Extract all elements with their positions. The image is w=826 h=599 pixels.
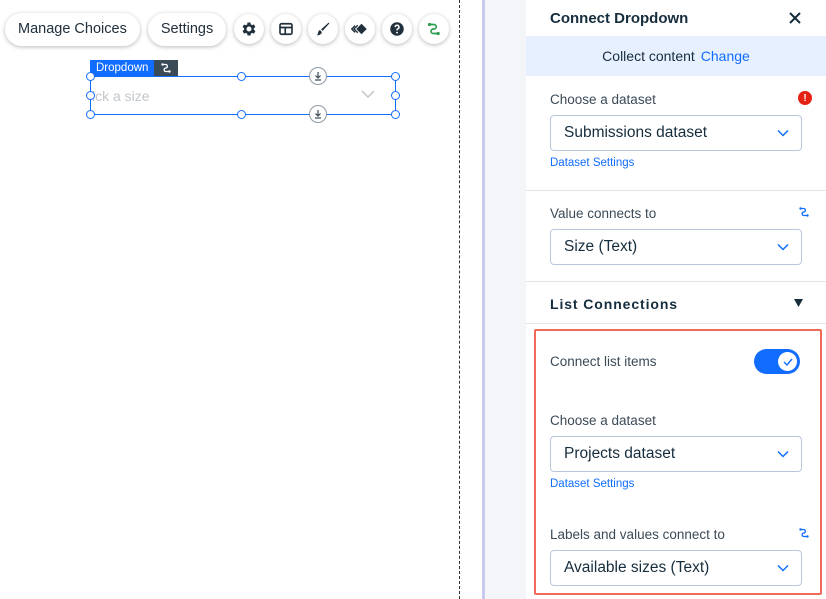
close-icon[interactable] [788, 11, 802, 25]
list-dataset-settings-link[interactable]: Dataset Settings [550, 478, 634, 490]
dataset-select-value: Submissions dataset [564, 124, 708, 141]
dataset-label: Choose a dataset [550, 92, 656, 107]
panel-title: Connect Dropdown [550, 9, 689, 27]
connect-data-icon[interactable] [419, 14, 450, 44]
collect-content-banner: Collect content Change [526, 36, 826, 76]
banner-text: Collect content [602, 48, 695, 64]
value-connects-select[interactable]: Size (Text) [550, 229, 802, 265]
labels-values-select[interactable]: Available sizes (Text) [550, 550, 802, 586]
resize-handle-top-right[interactable] [391, 72, 400, 81]
connection-icon[interactable] [798, 527, 810, 539]
value-connects-label: Value connects to [550, 206, 657, 221]
design-brush-icon[interactable] [308, 14, 339, 44]
toggle-knob [778, 352, 797, 371]
check-icon [783, 358, 793, 366]
component-tag[interactable]: Dropdown [90, 60, 179, 76]
animation-icon[interactable] [345, 14, 376, 44]
panel-gutter [485, 0, 526, 599]
component-tag-label: Dropdown [90, 60, 155, 76]
resize-handle-top[interactable] [237, 72, 246, 81]
help-icon[interactable] [382, 14, 413, 44]
chevron-down-icon [777, 564, 789, 572]
resize-handle-right[interactable] [391, 91, 400, 100]
value-select-value: Size (Text) [564, 238, 638, 255]
list-dataset-label: Choose a dataset [550, 413, 656, 428]
element-toolbar: Manage Choices Settings [5, 12, 456, 46]
dropdown-placeholder: ick a size [92, 88, 150, 104]
warning-badge[interactable]: ! [798, 91, 812, 105]
change-link[interactable]: Change [701, 48, 750, 64]
resize-handle-bottom-right[interactable] [391, 110, 400, 119]
data-connection-icon[interactable] [154, 60, 179, 76]
labels-values-select-value: Available sizes (Text) [564, 559, 710, 576]
chevron-down-icon [777, 243, 789, 251]
list-dataset-select[interactable]: Projects dataset [550, 436, 802, 472]
connect-list-items-toggle[interactable] [754, 349, 800, 374]
labels-values-label: Labels and values connect to [550, 527, 725, 542]
connect-panel: Connect Dropdown Collect content Change … [526, 0, 826, 599]
panel-header: Connect Dropdown [526, 0, 826, 36]
caret-down-icon[interactable] [794, 299, 803, 307]
stretch-bottom-icon[interactable] [309, 105, 327, 123]
divider [526, 281, 826, 282]
gear-icon[interactable] [234, 14, 265, 44]
stretch-top-icon[interactable] [309, 67, 327, 85]
chevron-down-icon [777, 129, 789, 137]
list-dataset-select-value: Projects dataset [564, 445, 676, 462]
resize-handle-left[interactable] [86, 91, 95, 100]
resize-handle-bottom[interactable] [237, 110, 246, 119]
connection-icon[interactable] [798, 206, 810, 218]
list-connections-title[interactable]: List Connections [550, 296, 678, 312]
editor-canvas[interactable]: Manage Choices Settings Dropdown ick a s… [0, 0, 484, 599]
resize-handle-bottom-left[interactable] [86, 110, 95, 119]
layout-icon[interactable] [271, 14, 302, 44]
settings-button[interactable]: Settings [147, 12, 227, 46]
dataset-select[interactable]: Submissions dataset [550, 115, 802, 151]
gridline-divider [459, 0, 460, 599]
manage-choices-button[interactable]: Manage Choices [5, 12, 140, 46]
resize-handle-top-left[interactable] [86, 72, 95, 81]
divider [526, 190, 826, 191]
connect-list-items-label: Connect list items [550, 354, 657, 369]
chevron-down-icon [361, 90, 375, 99]
chevron-down-icon [777, 450, 789, 458]
dataset-settings-link[interactable]: Dataset Settings [550, 157, 634, 169]
divider [526, 323, 826, 324]
